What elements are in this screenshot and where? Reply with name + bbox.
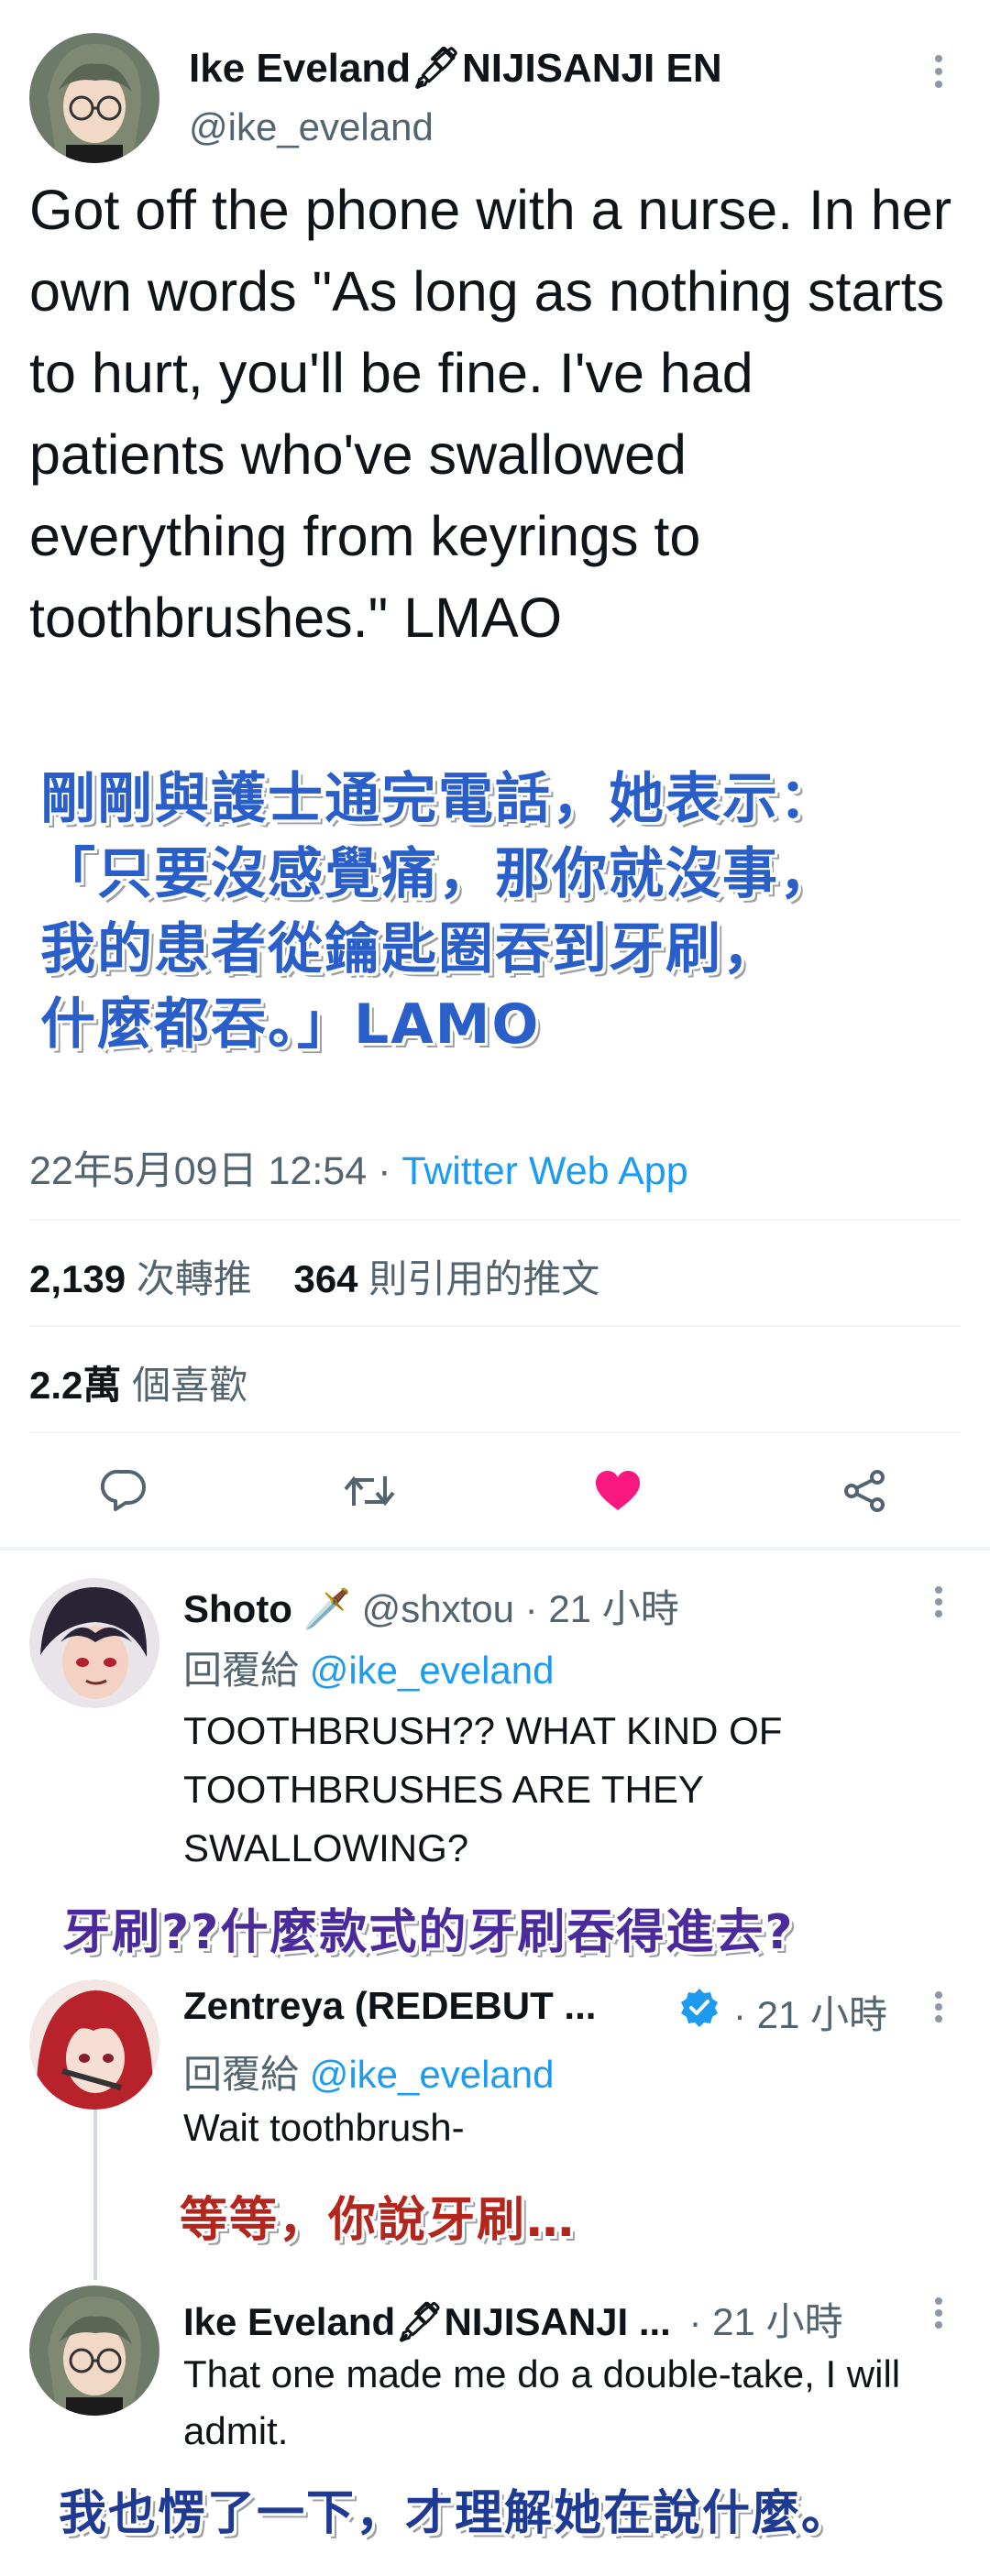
verified-icon	[678, 1987, 720, 2029]
reply-avatar-zentreya[interactable]	[29, 1979, 160, 2110]
reply-text: That one made me do a double-take, I wil…	[183, 2352, 901, 2452]
thread-line	[94, 2110, 97, 2280]
replying-to: 回覆給 @ike_eveland	[183, 2044, 555, 2099]
translation-line-3: 我的患者從鑰匙圈吞到牙刷，	[40, 917, 779, 981]
reply-text: Wait toothbrush-	[183, 2106, 465, 2149]
replying-to-handle[interactable]: @ike_eveland	[310, 1649, 555, 1692]
more-icon[interactable]	[933, 1990, 944, 2023]
source-link[interactable]: Twitter Web App	[402, 1149, 688, 1193]
reply-text: TOOTHBRUSH?? WHAT KIND OF TOOTHBRUSHES A…	[183, 1709, 783, 1869]
reply-translation: 我也愣了一下，才理解她在說什麼。	[59, 2486, 852, 2541]
replying-to: 回覆給 @ike_eveland	[183, 1639, 555, 1695]
replying-to-label: 回覆給	[183, 1649, 300, 1692]
likes-label: 個喜歡	[132, 1364, 248, 1407]
retweets-count: 2,139	[29, 1257, 126, 1300]
more-icon[interactable]	[933, 53, 944, 90]
timestamp[interactable]: 22年5月09日 12:54 ·	[29, 1149, 402, 1193]
likes-count: 2.2萬	[29, 1364, 122, 1407]
retweets-stat[interactable]: 2,139 次轉推	[29, 1257, 262, 1300]
divider	[29, 1219, 961, 1221]
reply-avatar-ike[interactable]	[29, 2286, 160, 2416]
translation-line-4: 什麼都吞。」LAMO	[40, 992, 541, 1057]
author-name[interactable]: Ike Eveland🖋NIJISANJI EN	[189, 44, 722, 92]
section-divider	[0, 1547, 990, 1551]
reply-header: Zentreya (REDEBUT ...	[183, 1984, 596, 2028]
reply-header: Ike Eveland🖋NIJISANJI ... · 21 小時	[183, 2291, 843, 2347]
translation-line-2: 「只要沒感覺痛，那你就沒事，	[40, 842, 836, 906]
author-avatar[interactable]	[29, 33, 160, 163]
more-icon[interactable]	[933, 2296, 944, 2329]
likes-stat[interactable]: 2.2萬 個喜歡	[29, 1354, 248, 1410]
translation-line-1: 剛剛與護士通完電話，她表示：	[40, 767, 836, 831]
retweets-label: 次轉推	[136, 1257, 252, 1300]
quotes-label: 則引用的推文	[368, 1257, 600, 1300]
reply-author-name[interactable]: Zentreya (REDEBUT ...	[183, 1984, 596, 2027]
divider	[29, 1325, 961, 1327]
reply-time[interactable]: · 21 小時	[689, 2300, 843, 2343]
replying-to-handle[interactable]: @ike_eveland	[310, 2053, 555, 2096]
replying-to-label: 回覆給	[183, 2053, 300, 2096]
quotes-stat[interactable]: 364 則引用的推文	[293, 1257, 600, 1300]
reply-time[interactable]: · 21 小時	[733, 1984, 887, 2040]
reply-translation: 等等，你說牙刷…	[180, 2193, 577, 2248]
share-icon[interactable]	[842, 1469, 887, 1513]
stats-row: 2,139 次轉推 364 則引用的推文	[29, 1248, 600, 1304]
reply-author-name[interactable]: Ike Eveland🖋NIJISANJI ...	[183, 2300, 671, 2343]
reply-header: Shoto 🗡️ @shxtou · 21 小時	[183, 1578, 679, 1634]
quotes-count: 364	[293, 1257, 358, 1300]
reply-time[interactable]: · 21 小時	[525, 1587, 679, 1630]
tweet-text: Got off the phone with a nurse. In her o…	[29, 179, 952, 649]
retweet-icon[interactable]	[343, 1471, 396, 1511]
more-icon[interactable]	[933, 1585, 944, 1618]
tweet-meta: 22年5月09日 12:54 · Twitter Web App	[29, 1139, 688, 1196]
reply-translation: 牙刷??什麼款式的牙刷吞得進去?	[62, 1905, 795, 1960]
reply-author-handle[interactable]: @shxtou	[362, 1587, 514, 1630]
sword-emoji-icon: 🗡️	[302, 1587, 351, 1630]
reply-author-name[interactable]: Shoto	[183, 1587, 292, 1630]
reply-icon[interactable]	[101, 1469, 147, 1511]
author-handle[interactable]: @ike_eveland	[189, 105, 434, 149]
divider	[29, 1431, 961, 1433]
heart-icon[interactable]	[594, 1470, 642, 1512]
reply-avatar-shoto[interactable]	[29, 1578, 160, 1708]
